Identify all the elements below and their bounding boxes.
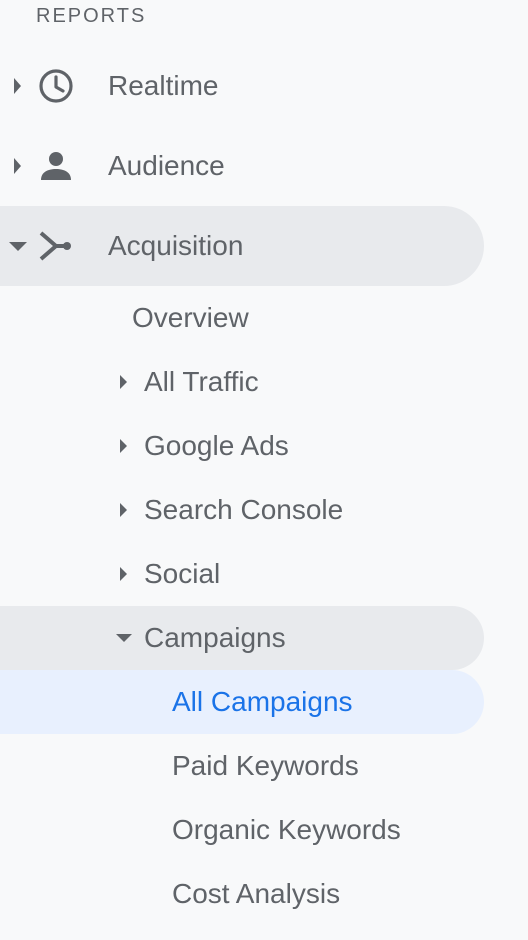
nav-subitem-label: Search Console [144,494,344,525]
nav-leaf-organic-keywords[interactable]: Organic Keywords [0,798,484,862]
nav-subitem-social[interactable]: Social [0,542,484,606]
nav-leaf-label: Paid Keywords [172,750,359,781]
caret-right-icon[interactable] [114,500,134,520]
caret-right-icon[interactable] [8,76,28,96]
nav-item-label: Acquisition [108,230,244,261]
nav-subitem-overview[interactable]: Overview [0,286,484,350]
nav-subitem-search-console[interactable]: Search Console [0,478,484,542]
nav-leaf-paid-keywords[interactable]: Paid Keywords [0,734,484,798]
caret-right-icon[interactable] [114,436,134,456]
nav-subitem-label: Campaigns [144,622,286,653]
nav-subitem-google-ads[interactable]: Google Ads [0,414,484,478]
caret-right-icon[interactable] [114,564,134,584]
acquisition-icon [39,231,71,261]
nav-item-label: Realtime [108,70,219,101]
nav-leaf-label: Organic Keywords [172,814,401,845]
nav-subitem-all-traffic[interactable]: All Traffic [0,350,484,414]
nav-subitem-label: All Traffic [144,366,259,397]
nav-item-audience[interactable]: Audience [0,126,484,206]
nav-item-realtime[interactable]: Realtime [0,46,484,126]
nav-leaf-cost-analysis[interactable]: Cost Analysis [0,862,484,926]
caret-right-icon[interactable] [114,372,134,392]
nav-subitem-label: Google Ads [144,430,289,461]
nav-subitem-label: Overview [132,302,249,333]
reports-sidebar: REPORTS Realtime Audience Acquisition Ov… [0,0,528,940]
caret-down-icon[interactable] [114,628,134,648]
nav-leaf-label: Cost Analysis [172,878,341,909]
caret-right-icon[interactable] [8,156,28,176]
nav-item-label: Audience [108,150,225,181]
person-icon [41,152,71,180]
nav-item-acquisition[interactable]: Acquisition [0,206,484,286]
reports-heading: REPORTS [36,5,147,27]
nav-leaf-label: All Campaigns [172,686,353,717]
nav-subitem-campaigns[interactable]: Campaigns [0,606,484,670]
clock-icon [39,69,73,103]
caret-down-icon[interactable] [8,236,28,256]
nav-leaf-all-campaigns[interactable]: All Campaigns [0,670,484,734]
nav-subitem-label: Social [144,558,221,589]
